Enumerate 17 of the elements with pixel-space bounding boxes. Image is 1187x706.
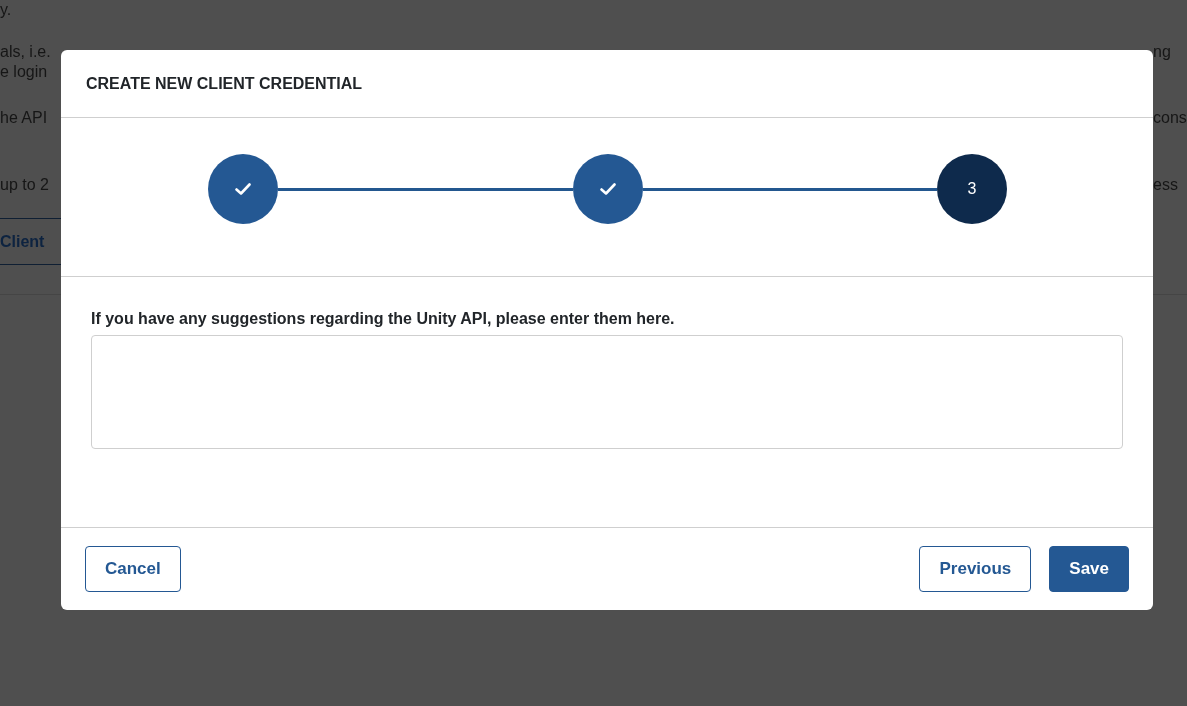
suggestions-field[interactable] bbox=[91, 335, 1123, 449]
step-number: 3 bbox=[937, 154, 1007, 224]
page-text: he API bbox=[0, 108, 48, 128]
page-text: e login bbox=[0, 62, 48, 82]
page-text: up to 2 bbox=[0, 175, 49, 195]
page-text: als, i.e. bbox=[0, 42, 51, 62]
dialog-title: CREATE NEW CLIENT CREDENTIAL bbox=[86, 74, 363, 94]
check-icon bbox=[599, 183, 616, 195]
page-text: cons bbox=[1153, 108, 1187, 128]
save-button[interactable]: Save bbox=[1049, 546, 1129, 592]
field-label: If you have any suggestions regarding the Unity API, please enter them here. bbox=[91, 309, 675, 329]
page-text: y. bbox=[0, 0, 12, 20]
check-icon bbox=[235, 183, 251, 195]
page-text: ess bbox=[1153, 175, 1178, 195]
outline-button[interactable]: Cancel bbox=[85, 546, 181, 592]
outline-button[interactable]: Previous bbox=[919, 546, 1032, 592]
page-text: ng bbox=[1153, 42, 1171, 62]
